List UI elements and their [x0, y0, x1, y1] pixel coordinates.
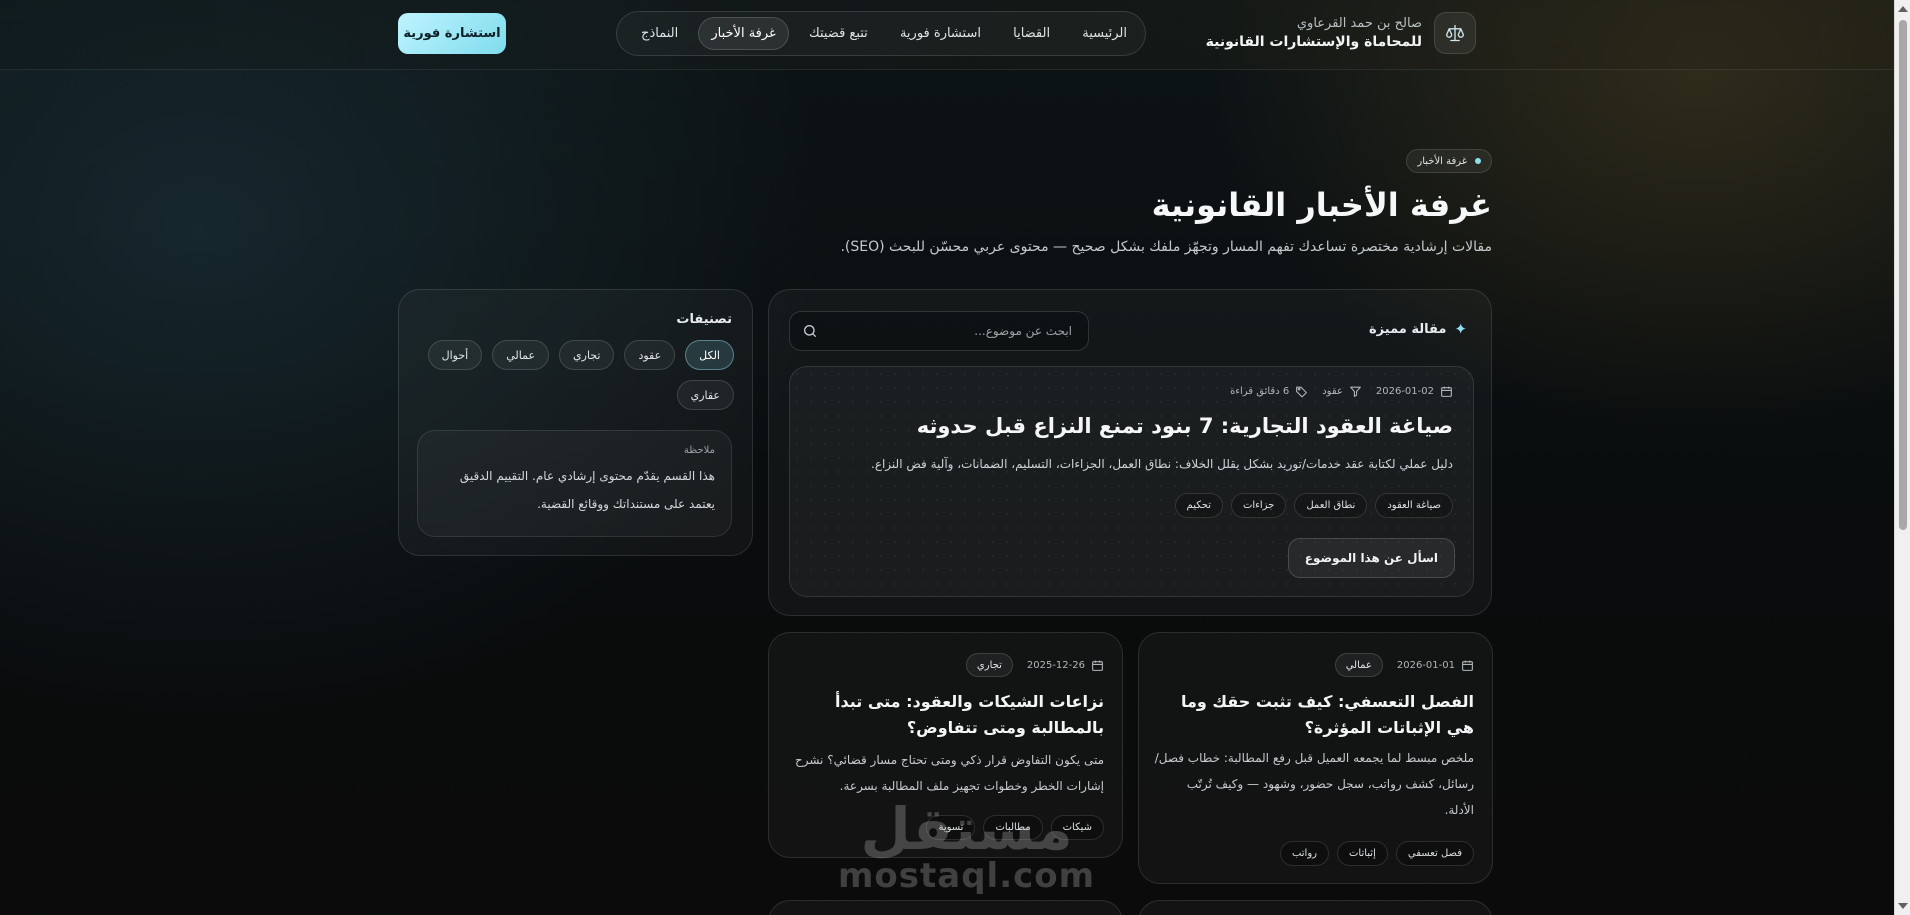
note-label: ملاحظة	[683, 445, 715, 456]
scales-icon	[1434, 12, 1476, 54]
categories-panel: تصنيفات الكل عقود تجاري عمالي أحوال عقار…	[398, 289, 753, 556]
calendar-icon	[1441, 386, 1452, 397]
article-date-text: 2026-01-01	[1396, 659, 1455, 671]
instant-consultation-button[interactable]: استشارة فورية	[398, 13, 506, 54]
nav-instant-consultation[interactable]: استشارة فورية	[888, 18, 993, 49]
featured-article-description: دليل عملي لكتابة عقد خدمات/توريد بشكل يق…	[871, 457, 1453, 471]
article-card-partial[interactable]	[768, 900, 1123, 915]
category-chip-contracts[interactable]: عقود	[624, 340, 676, 370]
article-date: 2026-01-01	[1397, 659, 1474, 672]
brand-name: للمحاماة والإستشارات القانونية	[1205, 34, 1422, 50]
category-chip-labor[interactable]: عمالي	[492, 340, 550, 370]
article-category: عقود	[1322, 385, 1362, 398]
category-chip-personal-status[interactable]: أحوال	[427, 340, 483, 370]
featured-article-card[interactable]: 2026-01-02 عقود 6 دقائق قراءة صياغة العق…	[789, 366, 1474, 597]
article-read-time-text: 6 دقائق قراءة	[1230, 386, 1290, 397]
featured-article-title[interactable]: صياغة العقود التجارية: 7 بنود تمنع النزا…	[917, 414, 1453, 438]
article-read-time: 6 دقائق قراءة	[1230, 385, 1308, 398]
main-nav: الرئيسية القضايا استشارة فورية تتبع قضيت…	[616, 11, 1146, 56]
article-title[interactable]: الفصل التعسفي: كيف تثبت حقك وما هي الإثب…	[1154, 689, 1474, 741]
watermark-english: mostaql.com	[838, 856, 1096, 896]
category-chip-real-estate[interactable]: عقاري	[676, 380, 734, 410]
tag[interactable]: مطالبات	[983, 815, 1043, 840]
brand-text: صالح بن حمد القرعاوي للمحاماة والإستشارا…	[1206, 16, 1422, 50]
ask-about-topic-button[interactable]: اسأل عن هذا الموضوع	[1287, 538, 1455, 578]
scrollbar-thumb[interactable]	[1899, 20, 1907, 530]
calendar-icon	[1092, 660, 1103, 671]
categories-title: تصنيفات	[676, 312, 732, 327]
search-box	[789, 311, 1089, 351]
featured-label: ✦ مقالة مميزة	[1369, 320, 1467, 338]
tag[interactable]: نطاق العمل	[1294, 493, 1368, 518]
article-date: 2026-01-02	[1376, 385, 1453, 398]
tag[interactable]: فصل تعسفي	[1395, 841, 1474, 866]
featured-article-tags: صياغة العقود نطاق العمل جزاءات تحكيم	[1174, 493, 1453, 518]
tag[interactable]: جزاءات	[1230, 493, 1287, 518]
article-title[interactable]: نزاعات الشيكات والعقود: متى تبدأ بالمطال…	[784, 689, 1104, 741]
note-text: هذا القسم يقدّم محتوى إرشادي عام. التقيي…	[459, 469, 715, 511]
brand-subtitle: صالح بن حمد القرعاوي	[1296, 16, 1422, 31]
article-date: 2025-12-26	[1027, 659, 1104, 672]
page-title: غرفة الأخبار القانونية	[1151, 186, 1492, 224]
nav-forms[interactable]: النماذج	[629, 18, 690, 49]
top-header: صالح بن حمد القرعاوي للمحاماة والإستشارا…	[0, 0, 1894, 70]
section-badge: غرفة الأخبار	[1406, 149, 1492, 173]
article-meta: 2025-12-26 تجاري	[965, 653, 1104, 677]
article-meta: 2026-01-01 عمالي	[1334, 653, 1474, 677]
tag[interactable]: رواتب	[1279, 841, 1329, 866]
article-card[interactable]: 2025-12-26 تجاري نزاعات الشيكات والعقود:…	[768, 632, 1123, 858]
calendar-icon	[1462, 660, 1473, 671]
scroll-up-arrow-icon[interactable]	[1898, 6, 1908, 12]
nav-track-case[interactable]: تتبع قضيتك	[797, 18, 880, 49]
article-category-badge: عمالي	[1334, 653, 1383, 677]
article-category-text: عقود	[1322, 386, 1343, 397]
filter-icon	[1349, 386, 1361, 397]
nav-home[interactable]: الرئيسية	[1070, 18, 1139, 49]
tag-icon	[1296, 386, 1308, 398]
nav-cases[interactable]: القضايا	[1001, 18, 1062, 49]
badge-dot-icon	[1475, 158, 1481, 164]
search-input[interactable]	[790, 312, 1088, 350]
tag[interactable]: شيكات	[1050, 815, 1104, 840]
article-description: متى يكون التفاوض قرار ذكي ومتى تحتاج مسا…	[794, 753, 1104, 793]
tag[interactable]: إثباتات	[1336, 841, 1388, 866]
article-category-badge: تجاري	[965, 653, 1013, 677]
search-icon	[804, 325, 816, 337]
featured-label-text: مقالة مميزة	[1369, 321, 1447, 337]
sparkle-icon: ✦	[1454, 320, 1467, 338]
article-date-text: 2026-01-02	[1375, 386, 1434, 397]
article-tags: فصل تعسفي إثباتات رواتب	[1279, 841, 1474, 866]
page-subtitle: مقالات إرشادية مختصرة تساعدك تفهم المسار…	[840, 239, 1492, 255]
category-chips: الكل عقود تجاري عمالي أحوال عقاري	[414, 340, 734, 410]
category-chip-commercial[interactable]: تجاري	[559, 340, 615, 370]
scroll-down-arrow-icon[interactable]	[1898, 903, 1908, 909]
badge-label: غرفة الأخبار	[1417, 155, 1467, 167]
article-card[interactable]: 2026-01-01 عمالي الفصل التعسفي: كيف تثبت…	[1138, 632, 1493, 884]
article-date-text: 2025-12-26	[1026, 659, 1085, 671]
article-card-partial[interactable]	[1138, 900, 1493, 915]
page-scrollbar[interactable]	[1894, 0, 1910, 915]
category-chip-all[interactable]: الكل	[685, 340, 734, 370]
brand[interactable]: صالح بن حمد القرعاوي للمحاماة والإستشارا…	[1206, 12, 1476, 54]
nav-newsroom[interactable]: غرفة الأخبار	[698, 17, 789, 50]
disclaimer-note: ملاحظة هذا القسم يقدّم محتوى إرشادي عام.…	[417, 430, 732, 537]
article-description: ملخص مبسط لما يجمعه العميل قبل رفع المطا…	[1154, 751, 1474, 817]
tag[interactable]: تسوية	[926, 815, 976, 840]
featured-panel: ✦ مقالة مميزة 2026-01-02 عقود 6 دقائق قر…	[768, 289, 1492, 616]
article-tags: شيكات مطالبات تسوية	[926, 815, 1104, 840]
tag[interactable]: تحكيم	[1174, 493, 1223, 518]
tag[interactable]: صياغة العقود	[1375, 493, 1453, 518]
article-meta: 2026-01-02 عقود 6 دقائق قراءة	[1230, 385, 1453, 398]
